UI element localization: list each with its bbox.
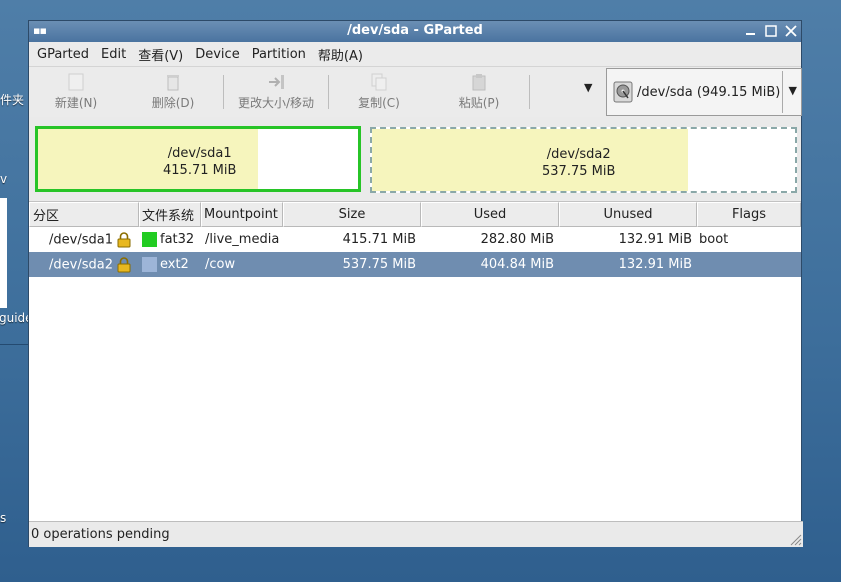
partition-name: /dev/sda2	[546, 147, 611, 162]
cell-partition: /dev/sda2	[29, 256, 139, 273]
delete-button-label: 删除(D)	[151, 96, 195, 110]
column-used[interactable]: Used	[421, 202, 559, 227]
partition-map-label: /dev/sda1 415.71 MiB	[163, 145, 236, 179]
window-title: /dev/sda - GParted	[347, 23, 483, 38]
partition-name: /dev/sda2	[49, 257, 113, 272]
new-button[interactable]: 新建(N)	[29, 67, 123, 111]
column-flags[interactable]: Flags	[697, 202, 801, 227]
paste-button-label: 粘贴(P)	[458, 96, 500, 110]
lock-icon	[117, 256, 131, 272]
resize-icon	[267, 72, 285, 92]
cell-size: 537.75 MiB	[342, 257, 416, 272]
status-text: 0 operations pending	[31, 527, 170, 542]
cell-filesystem: fat32	[139, 232, 201, 247]
desktop-strip: 件夹 v guide s	[0, 0, 33, 582]
cell-used: 282.80 MiB	[480, 232, 554, 247]
column-unused[interactable]: Unused	[559, 202, 697, 227]
column-mountpoint[interactable]: Mountpoint	[201, 202, 283, 227]
cell-filesystem: ext2	[139, 257, 201, 272]
cell-partition: /dev/sda1	[29, 231, 139, 248]
chevron-down-icon[interactable]: ▼	[789, 84, 797, 97]
resize-move-button[interactable]: 更改大小/移动	[224, 67, 328, 111]
maximize-icon[interactable]	[762, 22, 779, 39]
used-space-fill	[372, 129, 688, 191]
partition-map-label: /dev/sda2 537.75 MiB	[542, 146, 615, 180]
toolbar: 新建(N) 删除(D) 更改大小/移动 复制(C) 粘贴(P) ▼ /dev/s…	[29, 66, 802, 117]
cell-mountpoint: /cow	[205, 257, 236, 272]
paste-button[interactable]: 粘贴(P)	[429, 67, 529, 111]
gparted-window: ▪▪ /dev/sda - GParted GParted Edit 查看(V)…	[28, 20, 803, 547]
filesystem-color-swatch	[142, 232, 157, 247]
partition-size: 415.71 MiB	[163, 163, 237, 178]
copy-button[interactable]: 复制(C)	[329, 67, 429, 111]
cell-used: 404.84 MiB	[480, 257, 554, 272]
cell-flags: boot	[699, 232, 729, 247]
menu-edit[interactable]: Edit	[97, 47, 134, 62]
trash-icon	[164, 72, 182, 92]
filesystem-name: ext2	[160, 257, 189, 272]
menu-device[interactable]: Device	[191, 47, 247, 62]
menu-bar: GParted Edit 查看(V) Device Partition 帮助(A…	[29, 42, 801, 66]
menu-gparted[interactable]: GParted	[33, 47, 97, 62]
menu-view[interactable]: 查看(V)	[134, 45, 191, 64]
paste-icon	[470, 72, 488, 92]
minimize-icon[interactable]	[742, 22, 759, 39]
device-selector-label: /dev/sda (949.15 MiB)	[637, 84, 781, 100]
harddisk-icon	[613, 81, 633, 103]
device-selector[interactable]: /dev/sda (949.15 MiB) ▼	[606, 68, 802, 116]
column-size[interactable]: Size	[283, 202, 421, 227]
cell-size: 415.71 MiB	[342, 232, 416, 247]
toolbar-separator	[529, 75, 530, 109]
lock-icon	[117, 231, 131, 247]
partition-map-sda2[interactable]: /dev/sda2 537.75 MiB	[370, 127, 797, 193]
column-partition[interactable]: 分区	[29, 202, 139, 227]
filesystem-color-swatch	[142, 257, 157, 272]
copy-icon	[370, 72, 388, 92]
desktop-divider	[0, 344, 28, 345]
table-row-selected[interactable]: /dev/sda2 ext2 /cow 537.75 MiB 404.84 Mi…	[29, 252, 801, 277]
partition-map: /dev/sda1 415.71 MiB /dev/sda2 537.75 Mi…	[29, 123, 801, 198]
menu-help[interactable]: 帮助(A)	[314, 45, 371, 64]
partition-name: /dev/sda1	[167, 146, 232, 161]
status-bar: 0 operations pending	[29, 521, 803, 547]
table-row[interactable]: /dev/sda1 fat32 /live_media 415.71 MiB 2…	[29, 227, 801, 252]
partition-name: /dev/sda1	[49, 232, 113, 247]
toolbar-overflow-arrow-icon[interactable]: ▼	[584, 81, 592, 94]
partition-table: 分区 文件系统 Mountpoint Size Used Unused Flag…	[29, 201, 801, 523]
table-header: 分区 文件系统 Mountpoint Size Used Unused Flag…	[29, 202, 801, 227]
cell-mountpoint: /live_media	[205, 232, 280, 247]
desktop-label: s	[0, 511, 7, 525]
copy-button-label: 复制(C)	[358, 96, 400, 110]
menu-partition[interactable]: Partition	[248, 47, 314, 62]
delete-button[interactable]: 删除(D)	[123, 67, 223, 111]
new-partition-icon	[67, 72, 85, 92]
resize-move-button-label: 更改大小/移动	[237, 96, 315, 110]
partition-size: 537.75 MiB	[542, 164, 616, 179]
desktop-icon[interactable]	[0, 198, 7, 308]
device-selector-divider	[782, 71, 783, 113]
new-button-label: 新建(N)	[54, 96, 98, 110]
cell-unused: 132.91 MiB	[618, 232, 692, 247]
title-bar[interactable]: ▪▪ /dev/sda - GParted	[29, 21, 801, 42]
partition-map-sda1[interactable]: /dev/sda1 415.71 MiB	[35, 126, 361, 192]
filesystem-name: fat32	[160, 232, 195, 247]
desktop-label: 件夹	[0, 93, 25, 107]
cell-unused: 132.91 MiB	[618, 257, 692, 272]
resize-grip-icon[interactable]	[788, 532, 802, 546]
desktop-label: v	[0, 172, 8, 186]
close-icon[interactable]	[782, 22, 799, 39]
column-filesystem[interactable]: 文件系统	[139, 202, 201, 227]
